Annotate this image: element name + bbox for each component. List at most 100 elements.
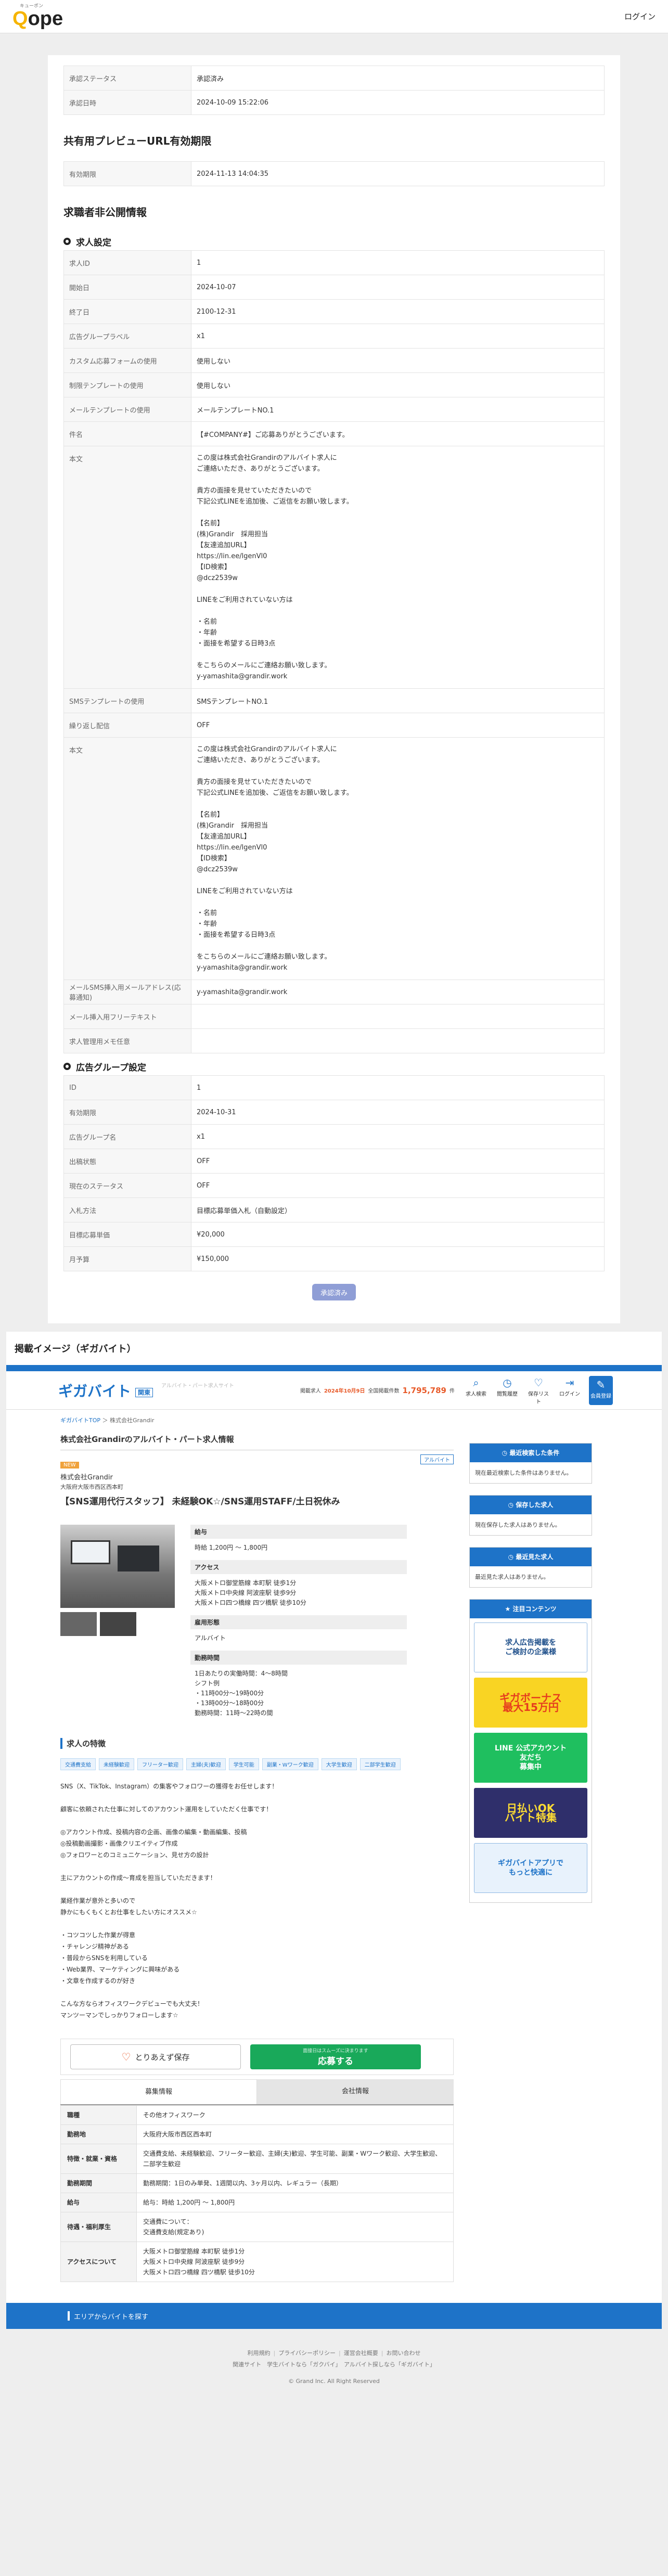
- job-detail-card: 承認ステータス 承認済み 承認日時 2024-10-09 15:22:06 共有用プレ…: [48, 55, 620, 1323]
- site-body: 株式会社Grandirのアルバイト・パート求人情報 アルバイト NEW 株式会社…: [6, 1424, 662, 2282]
- tab-company-info[interactable]: 会社情報: [257, 2079, 454, 2104]
- job-main: 株式会社Grandirのアルバイト・パート求人情報 アルバイト NEW 株式会社…: [60, 1424, 454, 2282]
- kv-value: y-yamashita@grandir.work: [191, 980, 605, 1004]
- info-value: 交通費について： 交通費支給(規定あり): [136, 2212, 454, 2242]
- side-box-title: 保存した求人: [516, 1501, 554, 1509]
- feature-tag[interactable]: 主婦(夫)歓迎: [186, 1758, 226, 1770]
- job-settings-heading: 求人設定: [63, 233, 605, 250]
- feature-tag[interactable]: 学生可能: [228, 1758, 259, 1770]
- footer-link[interactable]: プライバシーポリシー: [278, 2348, 336, 2359]
- side-box-title: 最近見た求人: [516, 1553, 554, 1561]
- info-row: 職種 その他オフィスワーク: [60, 2105, 454, 2125]
- kv-key: 終了日: [63, 299, 191, 324]
- kv-row: SMSテンプレートの使用 SMSテンプレートNO.1: [63, 688, 605, 713]
- kv-row: 有効期限 2024-10-31: [63, 1100, 605, 1125]
- preview-url-table: 有効期限 2024-11-13 14:04:35: [63, 161, 605, 186]
- feature-tag[interactable]: 副業・Wワーク歓迎: [262, 1758, 318, 1770]
- apply-button[interactable]: 面接日はスムーズに決まります 応募する: [250, 2044, 421, 2069]
- kv-row: 本文 この度は株式会社Grandirのアルバイト求人に ご連絡いただき、ありがとう…: [63, 737, 605, 980]
- kv-row: 出稿状態 OFF: [63, 1149, 605, 1174]
- area-search-bar[interactable]: エリアからバイトを探す: [6, 2303, 662, 2329]
- count-total: 1,795,789: [402, 1385, 446, 1395]
- kv-row: 終了日 2100-12-31: [63, 299, 605, 324]
- site-nav-login[interactable]: ⇥ ログイン: [558, 1376, 582, 1405]
- featured-title: 注目コンテンツ: [512, 1605, 557, 1613]
- save-label: とりあえず保存: [135, 2052, 190, 2062]
- ad-banner[interactable]: LINE 公式アカウント 友だち 募集中: [474, 1733, 587, 1783]
- ad-banner[interactable]: ギガバイトアプリで もっと快適に: [474, 1843, 587, 1893]
- kv-value: OFF: [191, 1149, 605, 1174]
- heart-icon: ♡: [121, 2051, 131, 2063]
- photo-thumb[interactable]: [60, 1612, 97, 1636]
- kv-value: [191, 1004, 605, 1029]
- info-row: 給与 給与：時給 1,200円 〜 1,800円: [60, 2193, 454, 2212]
- ad-group-heading: 広告グループ設定: [63, 1058, 605, 1075]
- count-sep: 全国掲載件数: [368, 1388, 400, 1394]
- kv-value: 1: [191, 250, 605, 275]
- kv-key: 広告グループ名: [63, 1124, 191, 1149]
- side-box-head[interactable]: ◷ 最近見た求人: [470, 1548, 592, 1566]
- kv-value: この度は株式会社Grandirのアルバイト求人に ご連絡いただき、ありがとうござ…: [191, 446, 605, 689]
- feature-tag[interactable]: 未経験歓迎: [99, 1758, 134, 1770]
- approved-button[interactable]: 承認済み: [312, 1284, 356, 1300]
- qope-logo[interactable]: キューポン Qope: [12, 4, 63, 29]
- kv-value: 使用しない: [191, 372, 605, 397]
- kv-key: 求人管理用メモ任意: [63, 1028, 191, 1053]
- job-info-table: 職種 その他オフィスワーク 勤務地 大阪府大阪市西区西本町 特徴・就業・資格 交通費支給、…: [60, 2105, 454, 2282]
- apply-box: ♡ とりあえず保存 面接日はスムーズに決まります 応募する: [60, 2039, 454, 2075]
- login-link[interactable]: ログイン: [624, 11, 656, 22]
- site-nav-search[interactable]: ⌕ 求人検索: [464, 1376, 488, 1405]
- kv-row: 求人ID 1: [63, 250, 605, 275]
- job-settings-table: 求人ID 1 開始日 2024-10-07 終了日 2100-12-31 広告グループラベル…: [63, 250, 605, 1053]
- side-box: ◷ 保存した求人 現在保存した求人はありません。: [469, 1495, 592, 1536]
- ad-banner[interactable]: ギガボーナス 最大15万円: [474, 1678, 587, 1728]
- kv-row: 広告グループ名 x1: [63, 1124, 605, 1149]
- kv-row: メール挿入用フリーテキスト: [63, 1004, 605, 1029]
- site-nav-register[interactable]: ✎ 会員登録: [589, 1375, 613, 1405]
- featured-head: ★ 注目コンテンツ: [470, 1600, 592, 1618]
- approved-wrap: 承認済み: [63, 1271, 605, 1313]
- footer-link[interactable]: お問い合わせ: [386, 2348, 420, 2359]
- kv-value: x1: [191, 1124, 605, 1149]
- side-box-head[interactable]: ◷ 最近検索した条件: [470, 1444, 592, 1462]
- feature-tag[interactable]: フリーター歓迎: [137, 1758, 183, 1770]
- kv-value: 承認済み: [191, 66, 605, 91]
- side-box-head[interactable]: ◷ 保存した求人: [470, 1496, 592, 1514]
- kv-row: 開始日 2024-10-07: [63, 275, 605, 300]
- ad-banner[interactable]: 求人広告掲載を ご検討の企業様: [474, 1622, 587, 1672]
- site-nav-history[interactable]: ◷ 閲覧履歴: [495, 1376, 519, 1405]
- site-area[interactable]: 関東: [135, 1387, 153, 1397]
- footer-link[interactable]: 利用規約: [248, 2348, 271, 2359]
- kv-row: 広告グループラベル x1: [63, 324, 605, 349]
- feature-tag[interactable]: 大学生歓迎: [321, 1758, 357, 1770]
- photo-thumb[interactable]: [100, 1612, 136, 1636]
- job-heading: 株式会社Grandirのアルバイト・パート求人情報: [60, 1424, 454, 1450]
- feature-tag[interactable]: 交通費支給: [60, 1758, 96, 1770]
- breadcrumb-home[interactable]: ギガバイトTOP: [60, 1417, 100, 1424]
- app-header: キューポン Qope ログイン: [0, 0, 668, 33]
- bar-accent: [68, 2311, 70, 2321]
- site-nav-label: 求人検索: [466, 1391, 486, 1397]
- save-job-button[interactable]: ♡ とりあえず保存: [70, 2044, 241, 2069]
- kv-key: メールSMS挿入用メールアドレス(応募通知): [63, 980, 191, 1004]
- gigabaito-logo[interactable]: ギガバイト 関東: [58, 1380, 153, 1401]
- kv-value: この度は株式会社Grandirのアルバイト求人に ご連絡いただき、ありがとうござ…: [191, 737, 605, 980]
- star-icon: ★: [505, 1605, 513, 1613]
- features-title: 求人の特徴: [60, 1738, 454, 1749]
- featured-contents: ★ 注目コンテンツ 求人広告掲載を ご検討の企業様 ギガボーナス 最大15万円 LI…: [469, 1599, 592, 1903]
- feature-tag[interactable]: 二部学生歓迎: [359, 1758, 401, 1770]
- office-photo[interactable]: [60, 1525, 175, 1608]
- ad-banner[interactable]: 日払いOK バイト特集: [474, 1788, 587, 1838]
- side-box: ◷ 最近検索した条件 現在最近検索した条件はありません。: [469, 1443, 592, 1484]
- job-description: SNS（X、TikTok、Instagram）の集客やフォロワーの獲得をお任せし…: [60, 1783, 278, 2019]
- ad-banners: 求人広告掲載を ご検討の企業様 ギガボーナス 最大15万円 LINE 公式アカウント…: [470, 1622, 592, 1893]
- site-nav-label: 閲覧履歴: [497, 1391, 518, 1397]
- tab-job-info[interactable]: 募集情報: [60, 2079, 257, 2104]
- info-value: 給与：時給 1,200円 〜 1,800円: [136, 2193, 454, 2212]
- footer-link[interactable]: 運営会社概要: [344, 2348, 378, 2359]
- ad-group-title: 広告グループ設定: [76, 1062, 146, 1073]
- job-info-value: アルバイト: [195, 1634, 226, 1642]
- feature-tags: 交通費支給 未経験歓迎 フリーター歓迎 主婦(夫)歓迎 学生可能 副業・Wワーク歓迎 大学生…: [60, 1758, 454, 1770]
- site-nav-heart[interactable]: ♡ 保存リスト: [526, 1376, 550, 1405]
- new-badge: NEW: [60, 1462, 79, 1469]
